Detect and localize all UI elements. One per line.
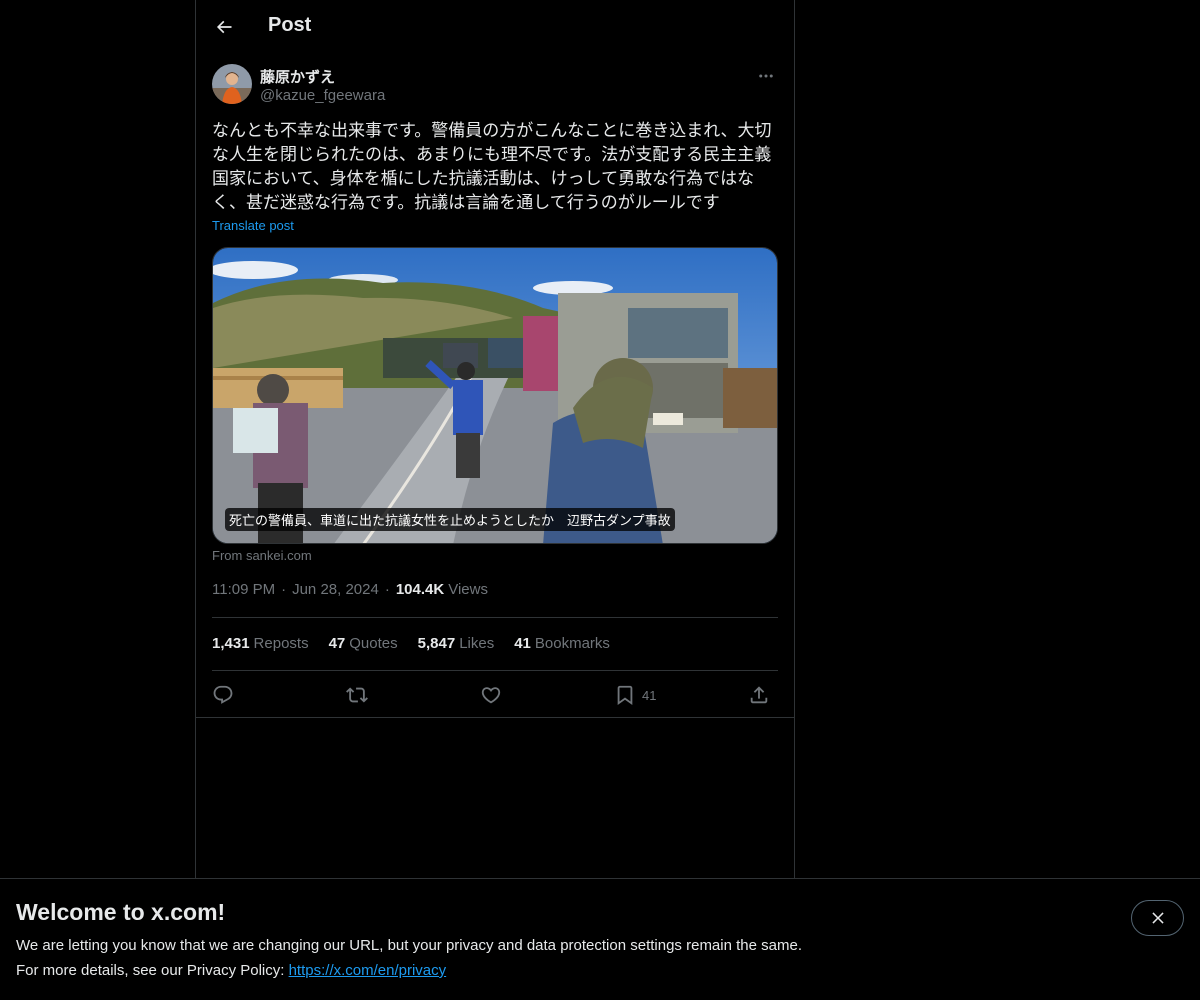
meta-separator: · [384,581,390,598]
bookmark-button[interactable]: 41 [614,680,656,710]
like-button[interactable] [480,680,502,710]
post-author: 藤原かずえ @kazue_fgeewara [212,64,778,108]
likes-stat[interactable]: 5,847 Likes [418,635,495,652]
arrow-left-icon [216,20,232,34]
banner-title: Welcome to x.com! [16,899,226,925]
repost-button[interactable] [346,680,368,710]
reposts-stat[interactable]: 1,431 Reposts [212,635,309,652]
post-date[interactable]: Jun 28, 2024 [292,581,379,598]
banner-message: We are letting you know that we are chan… [16,937,802,954]
privacy-policy-link[interactable]: https://x.com/en/privacy [289,962,447,979]
post-text: なんとも不幸な出来事です。警備員の方がこんなことに巻き込まれ、大切 な人生を閉じ… [212,121,772,212]
card-source[interactable]: From sankei.com [212,548,312,563]
quotes-count: 47 [328,635,346,652]
share-icon [750,686,768,704]
banner-privacy-prefix: For more details, see our Privacy Policy… [16,962,289,979]
meta-separator: · [281,581,287,598]
author-handle[interactable]: @kazue_fgeewara [260,87,385,104]
post-stats: 1,431 Reposts 47 Quotes 5,847 Likes 41 Bookm… [212,635,610,652]
post-time[interactable]: 11:09 PM [212,581,275,598]
author-display-name[interactable]: 藤原かずえ [260,66,335,87]
divider [196,717,794,718]
reposts-label: Reposts [253,635,309,652]
more-horizontal-icon [759,74,773,78]
back-button[interactable] [206,9,242,45]
share-button[interactable] [748,680,770,710]
reply-button[interactable] [212,680,234,710]
primary-column: Post 藤原かずえ @kazue_fgeewara なんとも不幸な出来事です。… [195,0,795,878]
likes-count: 5,847 [417,635,456,652]
welcome-banner: Welcome to x.com! We are letting you kno… [0,878,1200,1000]
bookmarks-label: Bookmarks [534,635,610,652]
post-actions: 41 [212,680,778,710]
repost-icon [346,687,368,703]
likes-label: Likes [459,635,495,652]
link-card[interactable]: 死亡の警備員、車道に出た抗議女性を止めようとしたか 辺野古ダンプ事故 [212,247,778,544]
post-meta: 11:09 PM · Jun 28, 2024 · 104.4K Views [212,581,488,598]
views-label: Views [448,581,488,598]
bookmark-icon [617,685,633,706]
post-header: Post [196,0,794,54]
card-image [213,248,777,543]
bookmarks-stat[interactable]: 41 Bookmarks [514,635,610,652]
bookmarks-count: 41 [514,635,531,652]
reply-icon [213,685,233,704]
reposts-count: 1,431 [212,635,250,652]
banner-privacy-line: For more details, see our Privacy Policy… [16,962,446,979]
quotes-label: Quotes [349,635,398,652]
close-icon [1151,912,1164,924]
quotes-stat[interactable]: 47 Quotes [329,635,398,652]
card-caption: 死亡の警備員、車道に出た抗議女性を止めようとしたか 辺野古ダンプ事故 [225,508,675,531]
bookmark-count: 41 [642,687,657,703]
translate-post-link[interactable]: Translate post [212,218,294,233]
divider [212,670,778,671]
divider [212,617,778,618]
avatar[interactable] [212,64,252,104]
close-banner-button[interactable] [1131,900,1184,936]
more-button[interactable] [754,64,778,88]
heart-icon [481,687,501,704]
views-count: 104.4K [395,581,445,598]
page-title: Post [268,14,312,36]
